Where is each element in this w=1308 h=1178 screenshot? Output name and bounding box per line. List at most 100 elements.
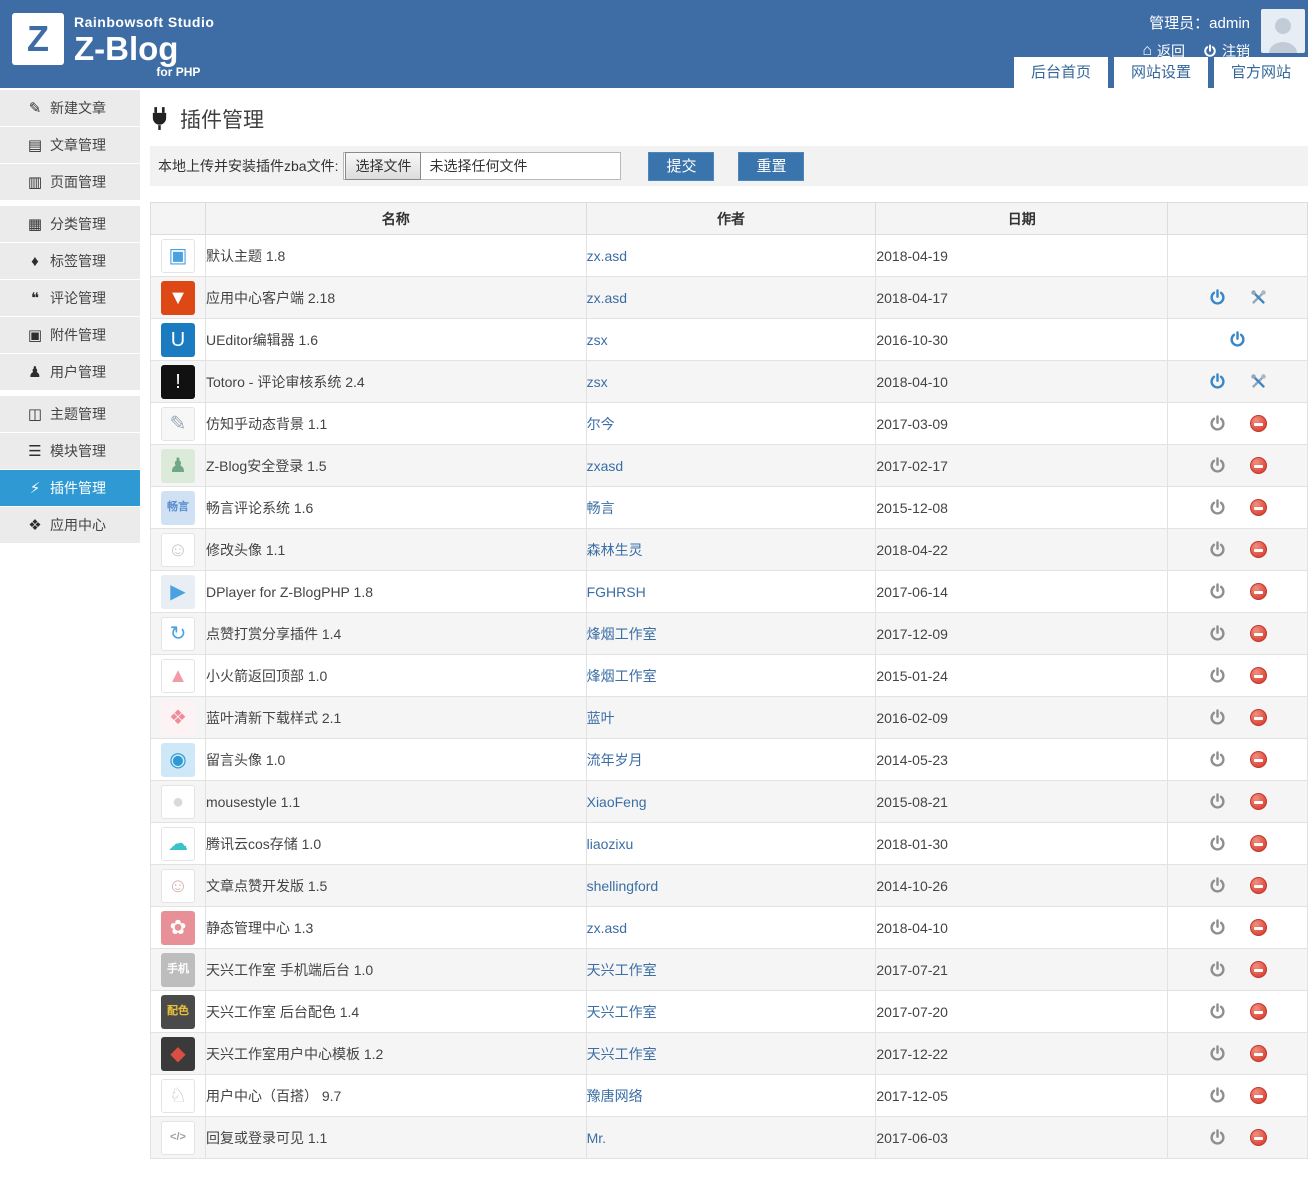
sidebar-item-folder[interactable]: ▦ 分类管理	[0, 206, 140, 242]
sidebar-item-tag[interactable]: ♦ 标签管理	[0, 243, 140, 279]
file-input[interactable]: 选择文件 未选择任何文件	[343, 152, 622, 180]
sidebar-item-theme[interactable]: ◫ 主题管理	[0, 396, 140, 432]
plugin-author-link[interactable]: FGHRSH	[587, 584, 646, 600]
table-row: ☺ 文章点赞开发版 1.5 shellingford 2014-10-26	[150, 864, 1308, 907]
sidebar-item-page[interactable]: ▥ 页面管理	[0, 164, 140, 200]
disable-icon[interactable]	[1249, 877, 1267, 894]
sidebar-item-plugin[interactable]: ⚡ 插件管理	[0, 470, 140, 506]
tools-icon[interactable]	[1250, 373, 1267, 390]
plugin-author-link[interactable]: 蓝叶	[587, 710, 615, 726]
plugin-author-link[interactable]: liaozixu	[587, 836, 634, 852]
power-icon[interactable]	[1209, 709, 1226, 726]
power-icon[interactable]	[1209, 415, 1226, 432]
sidebar-item-comment[interactable]: ❝ 评论管理	[0, 280, 140, 316]
disable-icon[interactable]	[1249, 583, 1267, 600]
plugin-date: 2017-06-14	[875, 570, 1169, 613]
power-icon[interactable]	[1209, 499, 1226, 516]
sidebar: ✎ 新建文章 ▤ 文章管理 ▥ 页面管理 ▦ 分类管理 ♦ 标签管理 ❝ 评论管理 ▣ 附件管理 ♟ 用户管理…	[0, 90, 140, 549]
header-tab[interactable]: 网站设置	[1113, 57, 1208, 88]
sidebar-item-attachment[interactable]: ▣ 附件管理	[0, 317, 140, 353]
disable-icon[interactable]	[1249, 793, 1267, 810]
sidebar-item-pencil[interactable]: ✎ 新建文章	[0, 90, 140, 126]
plugin-author-link[interactable]: 烽烟工作室	[587, 668, 657, 684]
plugin-author-link[interactable]: 畅言	[587, 500, 615, 516]
power-icon[interactable]	[1209, 583, 1226, 600]
sidebar-item-label: 页面管理	[50, 174, 106, 190]
sidebar-item-user[interactable]: ♟ 用户管理	[0, 354, 140, 390]
comment-icon: ❝	[30, 290, 40, 307]
plugin-author-link[interactable]: 尔今	[587, 416, 615, 432]
reset-button[interactable]: 重置	[738, 151, 805, 181]
plugin-name: 仿知乎动态背景 1.1	[204, 402, 587, 445]
plugin-author-link[interactable]: 流年岁月	[587, 752, 643, 768]
disable-icon[interactable]	[1249, 751, 1267, 768]
disable-icon[interactable]	[1249, 457, 1267, 474]
plugin-actions	[1168, 1003, 1307, 1020]
plugin-icon: !	[160, 364, 195, 399]
disable-icon[interactable]	[1249, 1129, 1267, 1146]
plugin-author-link[interactable]: 森林生灵	[587, 542, 643, 558]
table-row: 配色 天兴工作室 后台配色 1.4 天兴工作室 2017-07-20	[150, 990, 1308, 1033]
power-icon[interactable]	[1209, 667, 1226, 684]
plugin-author-link[interactable]: 天兴工作室	[587, 962, 657, 978]
power-icon[interactable]	[1209, 1003, 1226, 1020]
power-icon[interactable]	[1209, 625, 1226, 642]
plugin-author-link[interactable]: zxasd	[587, 458, 624, 474]
plugin-author-link[interactable]: 烽烟工作室	[587, 626, 657, 642]
disable-icon[interactable]	[1249, 541, 1267, 558]
submit-button[interactable]: 提交	[648, 151, 715, 181]
disable-icon[interactable]	[1249, 415, 1267, 432]
disable-icon[interactable]	[1249, 1087, 1267, 1104]
disable-icon[interactable]	[1249, 625, 1267, 642]
power-icon[interactable]	[1209, 877, 1226, 894]
power-icon[interactable]	[1209, 457, 1226, 474]
disable-icon[interactable]	[1249, 1045, 1267, 1062]
plugin-name: 应用中心客户端 2.18	[204, 276, 587, 319]
plugin-author-link[interactable]: 天兴工作室	[587, 1046, 657, 1062]
sidebar-item-appcenter[interactable]: ❖ 应用中心	[0, 507, 140, 543]
plugin-author-link[interactable]: 天兴工作室	[587, 1004, 657, 1020]
table-row: 手机 天兴工作室 手机端后台 1.0 天兴工作室 2017-07-21	[150, 948, 1308, 991]
power-icon[interactable]	[1209, 751, 1226, 768]
sidebar-item-document[interactable]: ▤ 文章管理	[0, 127, 140, 163]
disable-icon[interactable]	[1249, 499, 1267, 516]
tools-icon[interactable]	[1250, 289, 1267, 306]
table-row: ☁ 腾讯云cos存储 1.0 liaozixu 2018-01-30	[150, 822, 1308, 865]
document-icon: ▤	[27, 137, 43, 154]
power-icon[interactable]	[1209, 835, 1226, 852]
plugin-author-link[interactable]: zx.asd	[587, 248, 627, 264]
power-icon[interactable]	[1209, 1129, 1226, 1146]
disable-icon[interactable]	[1249, 1003, 1267, 1020]
avatar[interactable]	[1261, 9, 1305, 53]
plugin-author-link[interactable]: XiaoFeng	[587, 794, 647, 810]
plugins-table-body: ▣ 默认主题 1.8 zx.asd 2018-04-19 ▼ 应用中心客户端 2.18 zx…	[150, 234, 1308, 1159]
disable-icon[interactable]	[1249, 709, 1267, 726]
plugin-author-link[interactable]: zx.asd	[587, 920, 627, 936]
plugin-author-link[interactable]: zsx	[587, 332, 608, 348]
power-icon[interactable]	[1209, 1045, 1226, 1062]
disable-icon[interactable]	[1249, 919, 1267, 936]
tag-icon: ♦	[31, 252, 39, 270]
power-icon[interactable]	[1209, 289, 1226, 306]
power-icon[interactable]	[1209, 1087, 1226, 1104]
power-icon[interactable]	[1209, 541, 1226, 558]
disable-icon[interactable]	[1249, 667, 1267, 684]
plugin-author-link[interactable]: zsx	[587, 374, 608, 390]
header-tabs: 后台首页 网站设置 官方网站	[1013, 57, 1308, 88]
power-icon[interactable]	[1229, 331, 1246, 348]
plugin-author-link[interactable]: shellingford	[587, 878, 659, 894]
disable-icon[interactable]	[1249, 835, 1267, 852]
power-icon[interactable]	[1209, 919, 1226, 936]
power-icon[interactable]	[1209, 373, 1226, 390]
power-icon[interactable]	[1209, 793, 1226, 810]
plugin-author-link[interactable]: zx.asd	[587, 290, 627, 306]
choose-file-button[interactable]: 选择文件	[345, 152, 422, 180]
power-icon[interactable]	[1209, 961, 1226, 978]
sidebar-item-module[interactable]: ☰ 模块管理	[0, 433, 140, 469]
header-tab[interactable]: 官方网站	[1213, 57, 1308, 88]
plugin-author-link[interactable]: Mr.	[587, 1130, 606, 1146]
disable-icon[interactable]	[1249, 961, 1267, 978]
plugin-author-link[interactable]: 豫唐网络	[587, 1088, 643, 1104]
header-tab[interactable]: 后台首页	[1013, 57, 1108, 88]
module-icon: ☰	[28, 443, 42, 460]
